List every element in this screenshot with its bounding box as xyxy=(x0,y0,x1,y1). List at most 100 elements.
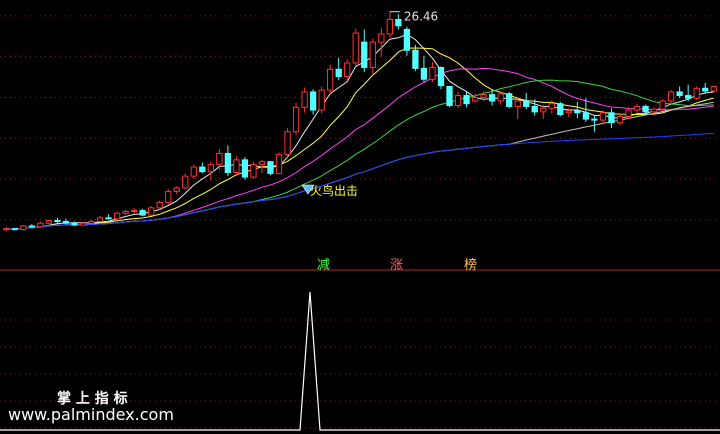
signal-label: 火鸟出击 xyxy=(310,183,358,198)
candle-up-body xyxy=(190,166,197,177)
candle xyxy=(20,225,27,231)
peak-price-label: 26.46 xyxy=(404,10,438,24)
candle xyxy=(301,87,308,113)
candle-down-body xyxy=(54,220,61,223)
candle xyxy=(105,214,112,220)
candle xyxy=(386,11,393,38)
candle xyxy=(420,55,428,82)
candle-up-body xyxy=(565,110,572,114)
candle-up-body xyxy=(497,93,504,102)
candle-up-body xyxy=(344,62,351,78)
candle xyxy=(130,207,138,214)
candle xyxy=(199,162,206,174)
candle-up-body xyxy=(301,91,308,108)
candle-up-body xyxy=(182,175,189,189)
candle xyxy=(369,38,376,74)
candle-up-body xyxy=(369,41,376,68)
candle xyxy=(122,209,129,216)
candle-down-body xyxy=(309,91,317,111)
candle xyxy=(284,128,291,158)
candle-down-body xyxy=(591,118,598,121)
candle-down-body xyxy=(420,67,428,80)
candle-up-body xyxy=(667,91,675,102)
candle xyxy=(224,145,232,177)
candle-up-body xyxy=(156,201,163,209)
candle-down-body xyxy=(702,87,709,92)
candle xyxy=(275,152,283,175)
candle-up-body xyxy=(514,100,521,107)
candle-down-body xyxy=(241,159,249,178)
candle-up-body xyxy=(173,187,180,193)
candle-up-body xyxy=(20,225,27,231)
candle-up-body xyxy=(327,68,334,91)
candle xyxy=(233,156,240,177)
candle xyxy=(318,86,325,114)
candle xyxy=(702,82,709,94)
candle xyxy=(514,97,521,120)
ma-line-5 xyxy=(6,33,714,230)
candle xyxy=(591,115,598,132)
candle-down-body xyxy=(463,95,470,105)
candle-up-body xyxy=(454,95,462,107)
candle-down-body xyxy=(642,105,649,113)
candle-down-body xyxy=(62,220,70,224)
candle xyxy=(463,91,470,108)
candlestick-series xyxy=(3,11,717,232)
candle-up-body xyxy=(79,222,87,226)
candle-up-body xyxy=(378,33,385,43)
candle-up-body xyxy=(284,131,291,155)
ma-line-20 xyxy=(6,67,714,230)
candle-up-body xyxy=(625,109,632,117)
candle-down-body xyxy=(574,110,581,114)
candle xyxy=(267,161,274,176)
candle-down-body xyxy=(28,225,35,228)
candle xyxy=(71,221,78,226)
candle xyxy=(250,161,257,179)
candle-down-body xyxy=(488,94,496,102)
candle-up-body xyxy=(693,87,700,99)
candle-up-body xyxy=(352,32,359,64)
indicator-label-decrease: 减 xyxy=(317,258,330,273)
candle-up-body xyxy=(659,100,666,110)
candle-up-body xyxy=(540,107,547,113)
candle-down-body xyxy=(335,68,342,78)
candle xyxy=(446,85,453,108)
candle-up-body xyxy=(429,66,436,80)
candle-up-body xyxy=(250,163,257,178)
candle xyxy=(361,29,368,73)
candle xyxy=(37,221,44,228)
candle xyxy=(11,227,18,231)
candle-up-body xyxy=(96,217,104,222)
candle-down-body xyxy=(412,49,419,69)
candle-down-body xyxy=(224,153,232,174)
candle-down-body xyxy=(361,41,368,68)
candle-up-body xyxy=(148,207,155,216)
candle xyxy=(437,66,445,90)
candle xyxy=(309,89,317,115)
candle-down-body xyxy=(403,28,411,51)
candle-up-body xyxy=(650,108,658,113)
candle xyxy=(667,90,675,104)
candle-down-body xyxy=(582,112,590,120)
candle xyxy=(352,28,359,67)
candle-down-body xyxy=(446,85,453,107)
candle xyxy=(190,164,197,179)
candle xyxy=(685,84,692,101)
candle-down-body xyxy=(267,161,274,174)
candle-down-body xyxy=(11,228,18,231)
candle-up-body xyxy=(233,159,240,174)
candle xyxy=(79,222,87,226)
candle xyxy=(642,104,649,114)
candle-down-body xyxy=(506,93,513,107)
candle-up-body xyxy=(633,105,641,111)
candle xyxy=(182,173,189,190)
candle xyxy=(3,226,10,232)
ma-line-120 xyxy=(6,132,714,230)
candle xyxy=(412,44,419,72)
candle-down-body xyxy=(685,95,692,99)
candle xyxy=(625,107,632,120)
candle-up-body xyxy=(318,89,325,111)
candle-down-body xyxy=(437,66,445,87)
candle xyxy=(292,102,300,136)
candle-up-body xyxy=(165,191,172,203)
